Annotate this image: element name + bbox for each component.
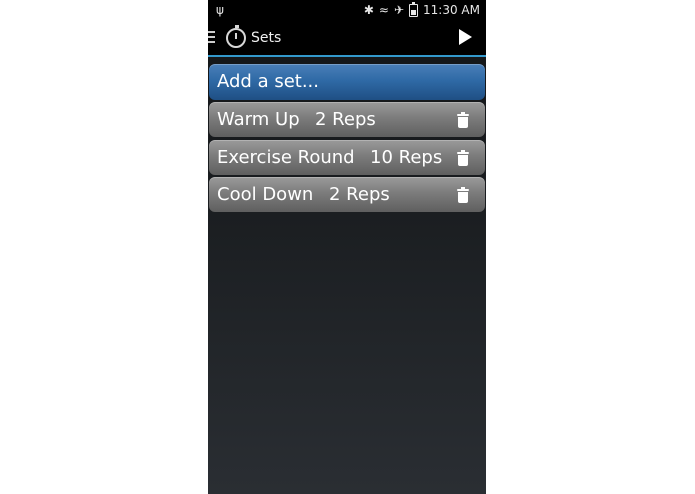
stopwatch-icon[interactable] xyxy=(226,25,246,48)
airplane-icon: ✈ xyxy=(393,3,405,17)
usb-icon: ψ xyxy=(216,3,224,17)
status-time: 11:30 AM xyxy=(423,3,480,17)
action-bar: Sets xyxy=(208,20,486,57)
trash-icon[interactable] xyxy=(457,112,469,128)
trash-icon[interactable] xyxy=(457,150,469,166)
set-row-exercise-round[interactable]: Exercise Round 10 Reps xyxy=(209,140,485,175)
bluetooth-icon: ✱ xyxy=(363,3,374,17)
add-set-label: Add a set... xyxy=(217,71,319,92)
set-reps: 2 Reps xyxy=(329,184,390,205)
play-icon[interactable] xyxy=(459,29,472,45)
set-name: Exercise Round xyxy=(217,147,355,168)
status-bar: ψ ✱ ≈ ✈ 11:30 AM xyxy=(208,0,486,20)
page-title: Sets xyxy=(251,30,282,46)
set-row-warm-up[interactable]: Warm Up 2 Reps xyxy=(209,102,485,137)
battery-icon xyxy=(409,1,419,17)
phone-screen: ψ ✱ ≈ ✈ 11:30 AM Sets Add a set... Warm … xyxy=(208,0,486,494)
trash-icon[interactable] xyxy=(457,187,469,203)
wifi-icon: ≈ xyxy=(378,3,389,17)
status-icons: ✱ ≈ ✈ 11:30 AM xyxy=(364,0,480,20)
set-name: Warm Up xyxy=(217,109,300,130)
set-reps: 10 Reps xyxy=(370,147,443,168)
set-row-cool-down[interactable]: Cool Down 2 Reps xyxy=(209,177,485,212)
set-reps: 2 Reps xyxy=(315,109,376,130)
add-set-button[interactable]: Add a set... xyxy=(209,64,485,100)
menu-icon[interactable] xyxy=(208,31,215,43)
set-name: Cool Down xyxy=(217,184,314,205)
